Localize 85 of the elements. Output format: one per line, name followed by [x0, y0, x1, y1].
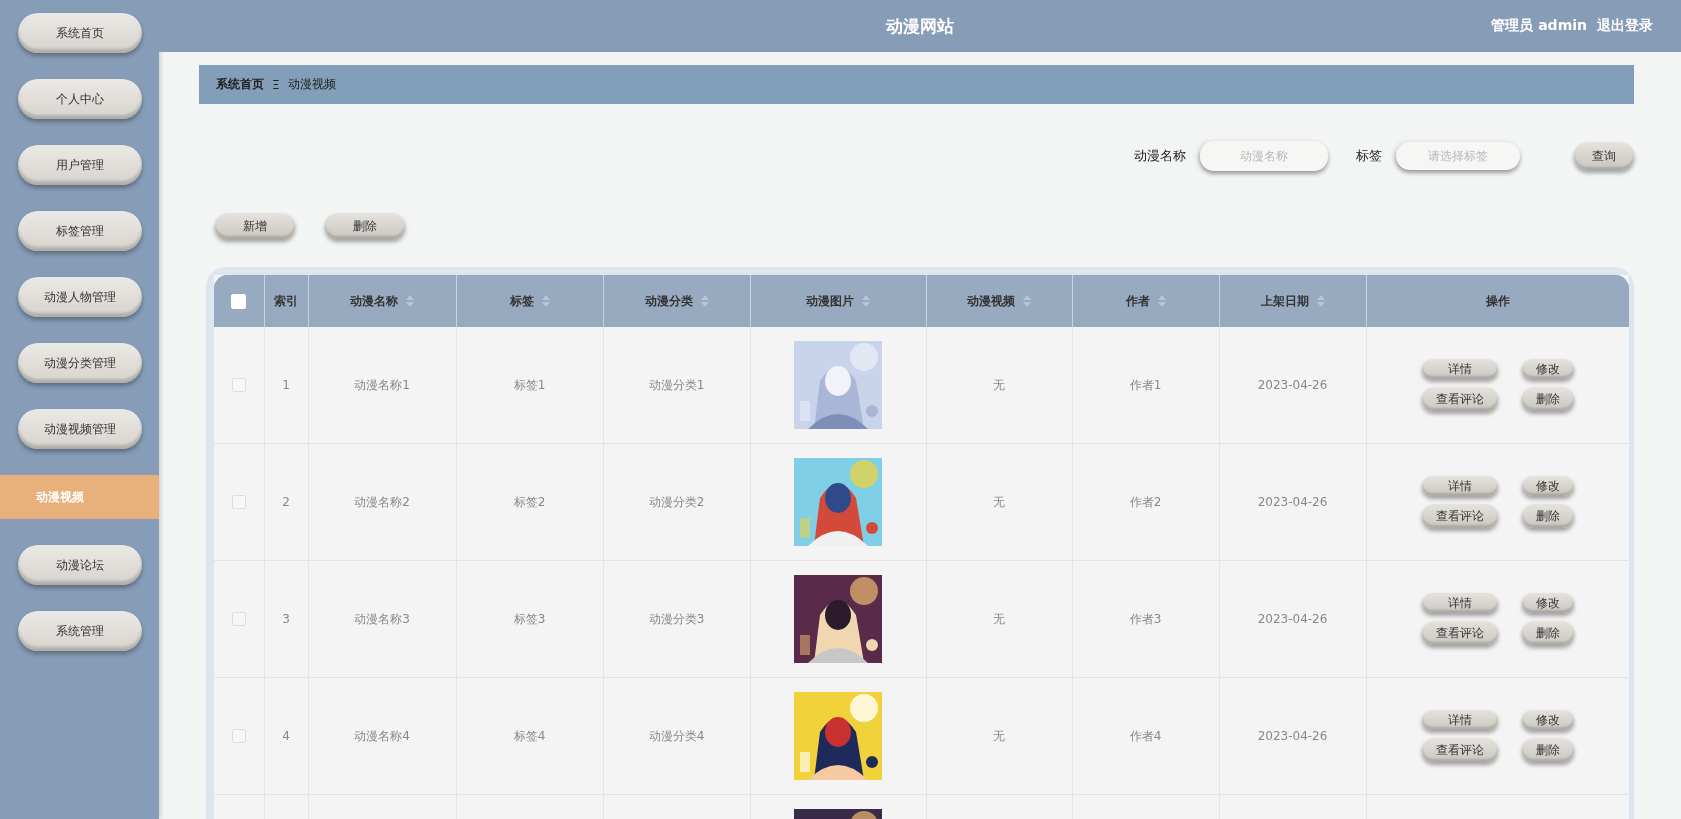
add-button[interactable]: 新增	[215, 213, 295, 239]
table-cell: 动漫分类4	[648, 728, 705, 743]
sidebar-item[interactable]: 动漫分类管理	[17, 343, 142, 383]
edit-button[interactable]: 修改	[1521, 476, 1574, 496]
breadcrumb-separator: Ξ	[272, 77, 280, 92]
sort-icon[interactable]	[700, 295, 709, 307]
breadcrumb-current: 动漫视频	[287, 76, 336, 93]
sidebar-item[interactable]: 个人中心	[17, 79, 142, 119]
row-checkbox[interactable]	[231, 378, 246, 393]
table-cell: 作者4	[1129, 728, 1162, 743]
column-header: 操作	[1485, 292, 1510, 310]
detail-button[interactable]: 详情	[1421, 476, 1498, 496]
table-cell: 无	[993, 494, 1005, 509]
comments-button[interactable]: 查看评论	[1421, 504, 1498, 528]
table-cell: 无	[993, 377, 1005, 392]
table-cell: 2	[282, 495, 290, 509]
sort-icon[interactable]	[1157, 295, 1166, 307]
column-header: 动漫名称	[350, 292, 398, 310]
table-cell: 标签2	[513, 494, 546, 509]
sort-icon[interactable]	[862, 295, 870, 307]
delete-button[interactable]: 删除	[1521, 738, 1574, 762]
sidebar-item[interactable]: 系统管理	[17, 611, 142, 651]
table-cell: 动漫名称4	[354, 728, 410, 743]
sort-icon[interactable]	[1023, 295, 1031, 307]
delete-button[interactable]: 删除	[1521, 621, 1574, 645]
table-cell: 标签3	[513, 611, 546, 626]
table-cell: 标签1	[513, 377, 546, 392]
breadcrumb-link[interactable]: 系统首页	[216, 76, 264, 93]
column-header: 作者	[1125, 292, 1150, 310]
detail-button[interactable]: 详情	[1421, 359, 1498, 379]
table-cell: 动漫分类1	[648, 377, 705, 392]
table-cell: 作者1	[1129, 377, 1162, 392]
table-cell: 2023-04-26	[1257, 495, 1328, 509]
sort-icon[interactable]	[406, 295, 414, 307]
table-cell: 标签4	[513, 728, 546, 743]
table-cell: 2023-04-26	[1257, 729, 1328, 743]
sidebar-item[interactable]: 动漫人物管理	[17, 277, 142, 317]
table-cell: 2023-04-26	[1257, 612, 1328, 626]
table-cell: 3	[282, 612, 290, 626]
column-header: 上架日期	[1260, 292, 1309, 310]
comments-button[interactable]: 查看评论	[1421, 621, 1498, 645]
edit-button[interactable]: 修改	[1521, 359, 1574, 379]
column-header: 动漫图片	[806, 292, 854, 310]
table-cell: 作者3	[1129, 611, 1162, 626]
sort-icon[interactable]	[541, 295, 550, 307]
query-button[interactable]: 查询	[1574, 142, 1634, 170]
table-cell: 无	[993, 611, 1005, 626]
delete-button[interactable]: 删除	[325, 213, 405, 239]
select-all-checkbox[interactable]	[231, 293, 247, 309]
site-title: 动漫网站	[886, 15, 954, 36]
table-cell: 动漫分类3	[648, 611, 705, 626]
table-cell: 动漫分类2	[648, 494, 705, 509]
sidebar-item[interactable]: 动漫视频管理	[17, 409, 142, 449]
table-cell: 无	[993, 728, 1005, 743]
field-label: 动漫名称	[1134, 147, 1186, 165]
table-cell: 作者2	[1129, 494, 1162, 509]
sort-icon[interactable]	[1316, 295, 1325, 307]
row-checkbox[interactable]	[231, 612, 246, 627]
column-header: 索引	[274, 292, 298, 310]
table-cell: 动漫名称2	[354, 494, 410, 509]
table-cell: 动漫名称1	[354, 377, 410, 392]
sidebar-item[interactable]: 用户管理	[17, 145, 142, 185]
search-field[interactable]: 动漫名称	[1200, 141, 1328, 171]
row-checkbox[interactable]	[231, 729, 246, 744]
column-header: 动漫视频	[967, 292, 1015, 310]
delete-button[interactable]: 删除	[1521, 504, 1574, 528]
sidebar-item[interactable]: 系统首页	[17, 13, 142, 53]
field-label: 标签	[1356, 147, 1382, 165]
comments-button[interactable]: 查看评论	[1421, 738, 1498, 762]
column-header: 动漫分类	[644, 292, 693, 310]
user-label: 管理员 admin	[1491, 17, 1587, 35]
table-cell: 动漫名称3	[354, 611, 410, 626]
sidebar-item[interactable]: 动漫论坛	[17, 545, 142, 585]
edit-button[interactable]: 修改	[1521, 593, 1574, 613]
row-checkbox[interactable]	[231, 495, 246, 510]
detail-button[interactable]: 详情	[1421, 710, 1498, 730]
table-cell: 4	[282, 729, 290, 743]
column-header: 标签	[509, 292, 534, 310]
sidebar-item[interactable]: 标签管理	[17, 211, 142, 251]
comments-button[interactable]: 查看评论	[1421, 387, 1498, 411]
table-cell: 2023-04-26	[1257, 378, 1328, 392]
delete-button[interactable]: 删除	[1521, 387, 1574, 411]
table-cell: 1	[282, 378, 290, 392]
edit-button[interactable]: 修改	[1521, 710, 1574, 730]
detail-button[interactable]: 详情	[1421, 593, 1498, 613]
